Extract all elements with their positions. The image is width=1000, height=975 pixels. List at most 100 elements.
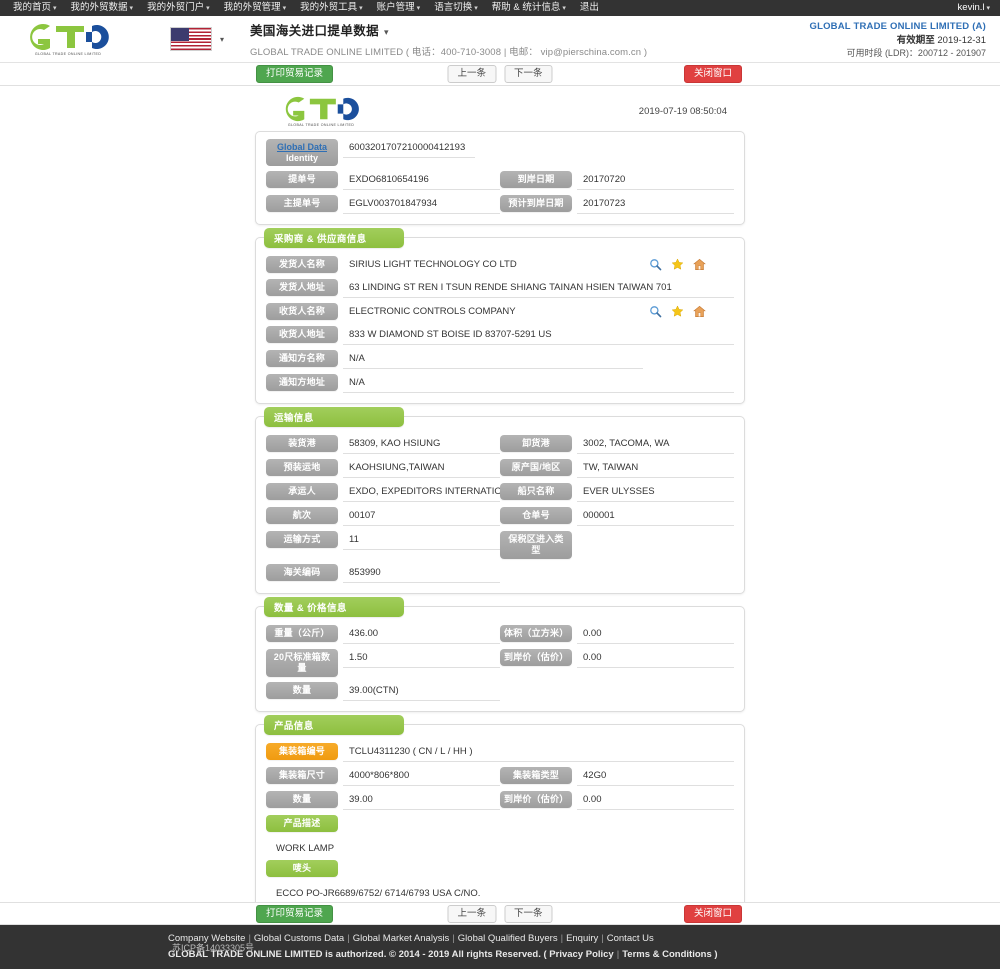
nav-item-trade-portal[interactable]: 我的外贸门户 ▾	[140, 0, 217, 17]
global-data-identity-label: Global Data Identity	[266, 139, 338, 166]
nav-label: 我的外贸管理	[223, 1, 281, 13]
page-title[interactable]: 美国海关进口提单数据 ▾	[250, 20, 647, 39]
previous-record-button-bottom[interactable]: 上一条	[447, 904, 496, 923]
parties-section-heading: 采购商 & 供应商信息	[264, 228, 404, 248]
print-trade-record-button-bottom[interactable]: 打印贸易记录	[256, 904, 334, 923]
identity-label-line1: Global Data	[276, 142, 327, 152]
volume-label: 体积（立方米）	[500, 625, 572, 642]
container-number-row: 集装箱编号 TCLU4311230 ( CN / L / HH )	[266, 743, 734, 762]
cif-value-value: 0.00	[577, 649, 734, 668]
product-description-value: WORK LAMP	[276, 843, 335, 854]
consignee-name-label: 收货人名称	[266, 303, 338, 320]
nav-item-trade-management[interactable]: 我的外贸管理 ▾	[217, 0, 294, 17]
master-bill-label: 主提单号	[266, 195, 338, 212]
footer-separator: |	[560, 933, 564, 944]
container-type-value: 42G0	[577, 767, 734, 786]
notify-name-label: 通知方名称	[266, 350, 338, 367]
consignee-name-value: ELECTRONIC CONTROLS COMPANY	[349, 306, 516, 317]
footer-link-privacy-policy[interactable]: Privacy Policy	[549, 949, 613, 960]
star-icon[interactable]	[671, 305, 684, 318]
eta-field: 预计到岸日期 20170723	[500, 195, 734, 214]
shipping-card: 运输信息 装货港 58309, KAO HSIUNG 卸货港 3002, TACOM…	[255, 407, 745, 594]
shipper-address-row: 发货人地址 63 LINDING ST REN I TSUN RENDE SHI…	[266, 279, 734, 298]
quantity-price-card: 数量 & 价格信息 重量（公斤） 436.00 体积（立方米） 0.00 20尺标准…	[255, 597, 745, 712]
company-contact-line: GLOBAL TRADE ONLINE LIMITED ( 电话：400-710…	[250, 47, 648, 58]
bill-of-lading-document: GLOBAL TRADE ONLINE LIMITED 2019-07-19 0…	[255, 86, 745, 952]
identity-label-line2: Identity	[285, 153, 318, 163]
nav-item-account-management[interactable]: 账户管理 ▾	[370, 0, 428, 17]
notify-address-row: 通知方地址 N/A	[266, 374, 734, 393]
table-row: 重量（公斤） 436.00 体积（立方米） 0.00	[266, 625, 734, 644]
footer-link-global-market-analysis[interactable]: Global Market Analysis	[353, 933, 450, 944]
nav-item-trade-tools[interactable]: 我的外贸工具 ▾	[293, 0, 370, 17]
nav-item-logout[interactable]: 退出	[573, 0, 606, 16]
previous-record-button-top[interactable]: 上一条	[447, 65, 496, 83]
shipper-name-value: SIRIUS LIGHT TECHNOLOGY CO LTD	[349, 259, 517, 270]
shipper-address-label: 发货人地址	[266, 279, 338, 296]
nav-item-home[interactable]: 我的首页 ▾	[6, 0, 64, 17]
chevron-down-icon: ▾	[474, 4, 478, 12]
search-icon[interactable]	[649, 258, 662, 271]
quantity-section-heading: 数量 & 价格信息	[264, 597, 404, 617]
close-window-button-top[interactable]: 关闭窗口	[683, 65, 742, 83]
arrival-date-label: 到岸日期	[500, 171, 572, 188]
document-timestamp: 2019-07-19 08:50:04	[638, 106, 727, 117]
nav-item-help-stats[interactable]: 帮助 & 统计信息 ▾	[485, 0, 573, 17]
next-record-button-top[interactable]: 下一条	[504, 65, 553, 83]
footer-link-terms-conditions[interactable]: Terms & Conditions	[622, 949, 712, 960]
footer-link-enquiry[interactable]: Enquiry	[566, 933, 598, 944]
consignee-name-row: 收货人名称 ELECTRONIC CONTROLS COMPANY	[266, 303, 734, 321]
nav-label: 我的外贸门户	[147, 1, 205, 13]
footer-link-contact-us[interactable]: Contact Us	[607, 933, 654, 944]
shipper-address-value: 63 LINDING ST REN I TSUN RENDE SHIANG TA…	[343, 279, 734, 298]
search-icon[interactable]	[649, 305, 662, 318]
site-footer-wrapper: 苏ICP备14033305号 Company Website | Global Cu…	[0, 925, 1000, 969]
container-type-label: 集装箱类型	[500, 767, 572, 784]
user-name-label: kevin.l	[957, 2, 985, 13]
bottom-action-bar: 打印贸易记录 上一条 下一条 关闭窗口	[0, 902, 1000, 925]
nav-label: 帮助 & 统计信息	[491, 1, 561, 13]
user-menu[interactable]: kevin.l ▾	[958, 0, 990, 17]
home-icon[interactable]	[693, 258, 706, 271]
nav-label: 我的外贸数据	[70, 1, 128, 13]
footer-link-global-customs-data[interactable]: Global Customs Data	[254, 933, 344, 944]
notify-address-label: 通知方地址	[266, 374, 338, 391]
place-of-receipt-value: KAOHSIUNG,TAIWAN	[343, 459, 500, 478]
chevron-down-icon: ▾	[359, 4, 363, 12]
page-title-text: 美国海关进口提单数据	[250, 24, 380, 38]
document-header: GLOBAL TRADE ONLINE LIMITED 2019-07-19 0…	[255, 94, 745, 131]
product-description-header-row: 产品描述	[266, 815, 734, 832]
nav-item-trade-data[interactable]: 我的外贸数据 ▾	[64, 0, 141, 17]
star-icon[interactable]	[671, 258, 684, 271]
transport-mode-label: 运输方式	[266, 531, 338, 548]
chevron-down-icon: ▾	[129, 4, 134, 12]
icp-license-number: 苏ICP备14033305号	[172, 942, 255, 953]
discharge-port-value: 3002, TACOMA, WA	[577, 435, 734, 454]
account-name: GLOBAL TRADE ONLINE LIMITED (A)	[809, 21, 986, 32]
print-trade-record-button-top[interactable]: 打印贸易记录	[256, 65, 334, 83]
manifest-number-label: 仓单号	[500, 507, 572, 524]
nav-label: 退出	[579, 2, 599, 13]
identity-row: Global Data Identity 6003201707210000412…	[266, 139, 734, 166]
close-window-button-bottom[interactable]: 关闭窗口	[683, 904, 742, 923]
copyright-close-paren: )	[714, 949, 718, 960]
next-record-button-bottom[interactable]: 下一条	[504, 904, 553, 923]
arrival-date-value: 20170720	[577, 171, 734, 190]
voyage-label: 航次	[266, 507, 338, 524]
country-selector[interactable]: ▾	[170, 27, 224, 51]
account-validity: 有效期至 2019-12-31	[810, 34, 986, 48]
footer-link-global-qualified-buyers[interactable]: Global Qualified Buyers	[458, 933, 558, 944]
product-card: 产品信息 集装箱编号 TCLU4311230 ( CN / L / HH ) 集…	[255, 715, 745, 916]
footer-separator: |	[601, 933, 604, 944]
document-logo: GLOBAL TRADE ONLINE LIMITED	[273, 96, 369, 127]
quantity-label: 数量	[266, 682, 338, 699]
eta-value: 20170723	[577, 195, 734, 214]
quantity-value: 39.00(CTN)	[343, 682, 500, 701]
product-section-heading: 产品信息	[264, 715, 404, 735]
nav-item-language-switch[interactable]: 语言切换 ▾	[427, 0, 485, 17]
master-bill-value: EGLV003701847934	[343, 195, 500, 214]
home-icon[interactable]	[693, 305, 706, 318]
site-logo[interactable]: GLOBAL TRADE ONLINE LIMITED	[18, 23, 118, 56]
shipper-name-label: 发货人名称	[266, 256, 338, 273]
cif-value-label: 到岸价（估价）	[500, 649, 572, 666]
